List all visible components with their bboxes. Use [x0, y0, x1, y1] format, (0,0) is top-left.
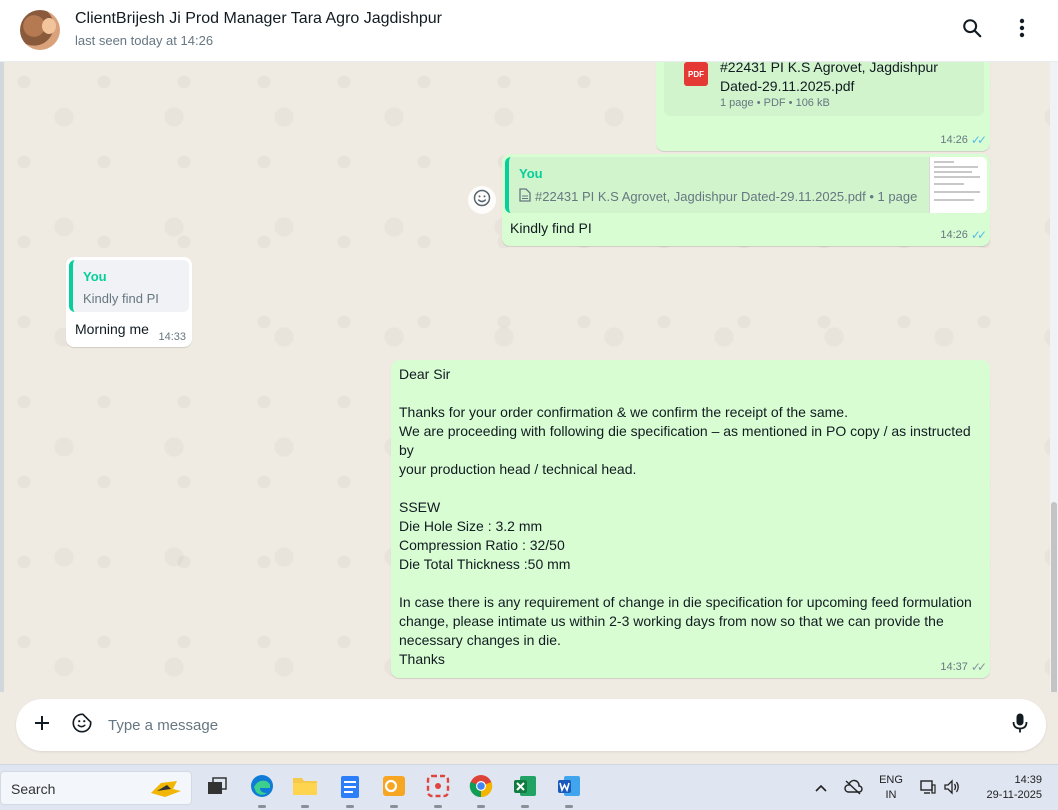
chat-header: ClientBrijesh Ji Prod Manager Tara Agro …	[0, 0, 1058, 62]
quote-author: You	[519, 166, 543, 181]
message-text: Dear Sir Thanks for your order confirmat…	[399, 366, 972, 667]
quoted-message[interactable]: You #22431 PI K.S Agrovet, Jagdishpur Da…	[505, 157, 987, 213]
pdf-thumbnail	[929, 157, 987, 213]
message-composer	[16, 699, 1046, 751]
microphone-icon	[1011, 712, 1029, 739]
outlook-app[interactable]	[379, 773, 409, 808]
volume-tray-button[interactable]	[942, 778, 962, 798]
message-time: 14:37 ✓✓	[940, 660, 987, 674]
message-text: Morning me	[75, 321, 149, 337]
sticker-icon	[71, 712, 93, 739]
taskbar-search-label: Search	[11, 781, 56, 797]
message-time: 14:26 ✓✓	[940, 133, 987, 147]
clock-date: 29-11-2025	[986, 789, 1042, 801]
sticker-button[interactable]	[68, 711, 96, 739]
incoming-message[interactable]: You Kindly find PI Morning me 14:33	[66, 257, 192, 347]
contact-status: last seen today at 14:26	[75, 33, 214, 48]
chrome-app[interactable]	[466, 773, 496, 808]
onedrive-tray-button[interactable]	[843, 778, 863, 798]
read-ticks-icon: ✓✓	[970, 133, 987, 147]
excel-app[interactable]	[510, 773, 540, 808]
word-app[interactable]	[554, 773, 584, 808]
snipping-tool-app[interactable]	[423, 773, 453, 808]
show-hidden-icons-button[interactable]	[811, 778, 831, 798]
quote-text: #22431 PI K.S Agrovet, Jagdishpur Dated-…	[519, 188, 917, 205]
message-time: 14:26 ✓✓	[940, 228, 987, 242]
chat-area[interactable]: PDF #22431 PI K.S Agrovet, Jagdishpur Da…	[4, 62, 1050, 692]
search-highlight-icon	[147, 777, 183, 801]
notepad-icon	[339, 773, 361, 804]
task-view-icon	[206, 776, 228, 801]
long-message[interactable]: Dear Sir Thanks for your order confirmat…	[391, 360, 990, 678]
message-input[interactable]	[108, 713, 988, 737]
word-icon	[556, 773, 582, 804]
network-icon	[919, 779, 937, 798]
chat-scrollbar[interactable]	[1050, 62, 1058, 752]
contact-name[interactable]: ClientBrijesh Ji Prod Manager Tara Agro …	[75, 10, 442, 28]
chevron-up-icon	[814, 781, 828, 796]
edge-app[interactable]	[247, 773, 277, 808]
search-button[interactable]	[958, 16, 986, 44]
search-icon	[961, 17, 983, 44]
clock-time: 14:39	[1014, 774, 1042, 786]
edge-icon	[249, 773, 275, 804]
excel-icon	[512, 773, 538, 804]
read-ticks-icon: ✓✓	[970, 228, 987, 242]
contact-avatar[interactable]	[20, 10, 60, 50]
cloud-off-icon	[843, 779, 863, 798]
volume-icon	[943, 778, 961, 798]
reply-pi-message[interactable]: You #22431 PI K.S Agrovet, Jagdishpur Da…	[502, 154, 990, 246]
folder-icon	[292, 775, 318, 802]
attach-button[interactable]	[28, 711, 56, 739]
quote-text: Kindly find PI	[83, 291, 159, 306]
delivered-ticks-icon: ✓✓	[970, 660, 987, 674]
menu-button[interactable]	[1008, 16, 1036, 44]
quoted-message[interactable]: You Kindly find PI	[69, 260, 189, 312]
snipping-icon	[425, 773, 451, 804]
emoji-react-icon	[472, 188, 492, 213]
message-time: 14:33	[158, 331, 186, 343]
windows-taskbar: Search ENG IN 14:39 29-11-2025	[0, 764, 1058, 810]
quote-author: You	[83, 269, 107, 284]
task-view-button[interactable]	[202, 773, 232, 803]
message-text: Kindly find PI	[510, 220, 592, 236]
outlook-icon	[381, 773, 407, 804]
taskbar-clock[interactable]: 14:39 29-11-2025	[972, 773, 1042, 803]
file-explorer-app[interactable]	[290, 773, 320, 808]
file-icon	[519, 188, 531, 205]
pdf-attachment[interactable]: PDF #22431 PI K.S Agrovet, Jagdishpur Da…	[664, 62, 984, 116]
language-indicator[interactable]: ENG IN	[876, 773, 906, 803]
notepad-app[interactable]	[335, 773, 365, 808]
taskbar-search[interactable]: Search	[0, 771, 192, 805]
menu-icon	[1019, 18, 1025, 43]
pdf-file-icon: PDF	[684, 62, 708, 86]
pdf-file-meta: 1 page • PDF • 106 kB	[720, 97, 830, 109]
network-tray-button[interactable]	[918, 778, 938, 798]
voice-button[interactable]	[1006, 711, 1034, 739]
pdf-message[interactable]: PDF #22431 PI K.S Agrovet, Jagdishpur Da…	[656, 62, 990, 151]
pdf-file-name: #22431 PI K.S Agrovet, Jagdishpur Dated-…	[720, 62, 938, 94]
react-button[interactable]	[468, 186, 496, 214]
chrome-icon	[468, 773, 494, 804]
plus-icon	[32, 713, 52, 738]
